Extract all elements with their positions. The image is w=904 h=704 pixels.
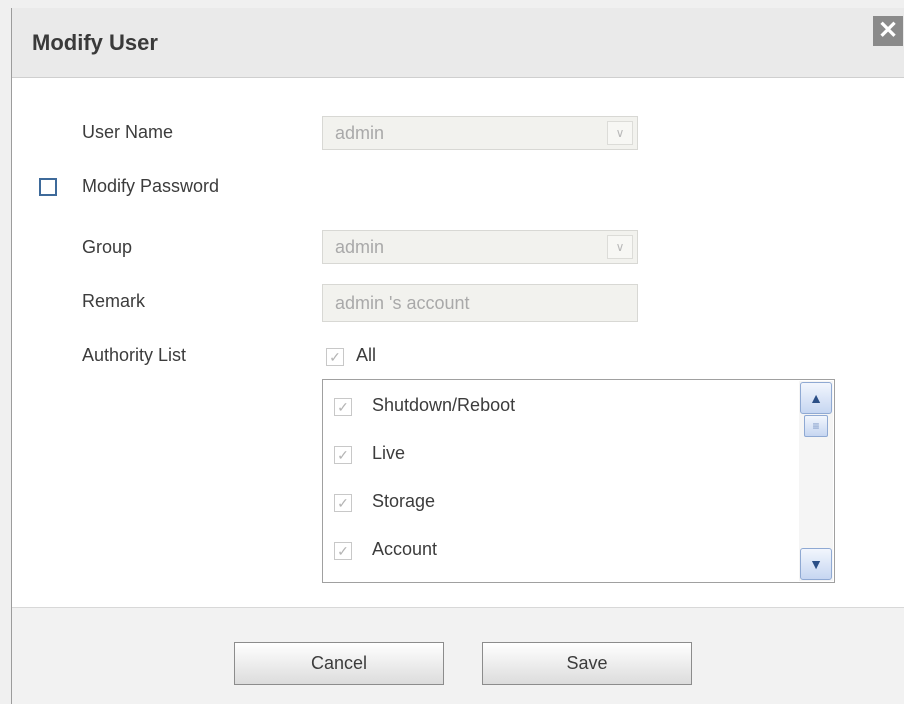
group-select[interactable]: admin ∨ — [322, 230, 638, 264]
close-icon[interactable]: ✕ — [873, 16, 903, 46]
scroll-thumb[interactable]: ≡ — [804, 415, 828, 437]
authority-item-label: Live — [372, 443, 406, 463]
authority-checkbox[interactable]: ✓ — [334, 446, 352, 464]
check-icon: ✓ — [329, 349, 341, 365]
all-label: All — [356, 345, 377, 365]
user-name-select[interactable]: admin ∨ — [322, 116, 638, 150]
authority-checkbox[interactable]: ✓ — [334, 542, 352, 560]
modify-password-checkbox[interactable] — [39, 178, 57, 196]
user-name-value: admin — [335, 123, 385, 143]
remark-label: Remark — [82, 291, 146, 311]
authority-scrollbar[interactable]: ▲ ≡ ▼ — [799, 381, 833, 581]
scroll-down-icon[interactable]: ▼ — [800, 548, 832, 580]
check-icon: ✓ — [337, 543, 349, 559]
all-checkbox[interactable]: ✓ — [326, 348, 344, 366]
check-icon: ✓ — [337, 447, 349, 463]
chevron-down-icon[interactable]: ∨ — [607, 121, 633, 145]
remark-input[interactable]: admin 's account — [322, 284, 638, 322]
dialog-titlebar: Modify User ✕ — [12, 8, 904, 78]
check-icon: ✓ — [337, 399, 349, 415]
authority-checkbox[interactable]: ✓ — [334, 398, 352, 416]
scroll-up-icon[interactable]: ▲ — [800, 382, 832, 414]
group-label: Group — [82, 237, 133, 257]
dialog-title: Modify User — [32, 30, 158, 55]
user-name-label: User Name — [82, 122, 174, 142]
cancel-button[interactable]: Cancel — [234, 642, 444, 685]
authority-listbox[interactable]: ✓ Shutdown/Reboot ✓ Live ✓ Storage ✓ Acc… — [322, 379, 835, 583]
remark-value: admin 's account — [335, 293, 470, 313]
authority-list-label: Authority List — [82, 345, 187, 365]
group-value: admin — [335, 237, 385, 257]
save-button[interactable]: Save — [482, 642, 692, 685]
authority-item-label: Shutdown/Reboot — [372, 395, 516, 415]
modify-user-dialog: Modify User ✕ User Name admin ∨ Modify P… — [11, 8, 904, 704]
authority-checkbox[interactable]: ✓ — [334, 494, 352, 512]
authority-item-label: Account — [372, 539, 438, 559]
check-icon: ✓ — [337, 495, 349, 511]
chevron-down-icon[interactable]: ∨ — [607, 235, 633, 259]
authority-item-label: Storage — [372, 491, 436, 511]
dialog-footer: Cancel Save — [12, 607, 904, 704]
modify-password-label: Modify Password — [82, 176, 220, 196]
